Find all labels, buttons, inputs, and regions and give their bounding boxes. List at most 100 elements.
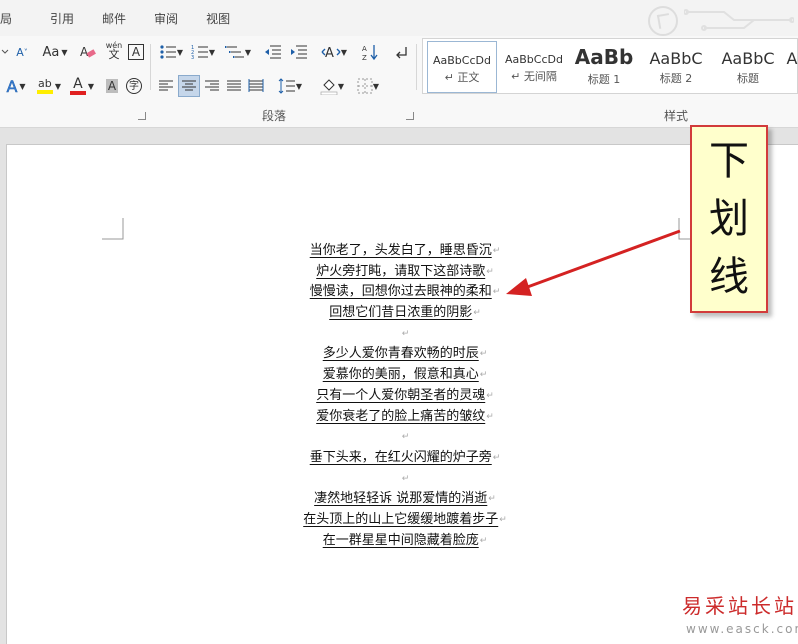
style-title[interactable]: AaBbC 标题 xyxy=(713,39,783,93)
increase-indent-button[interactable] xyxy=(288,42,310,62)
svg-text:A: A xyxy=(80,45,89,59)
ribbon-tab-bar: 局 引用 邮件 审阅 视图 xyxy=(0,0,798,36)
poem-line: 慢慢读，回想你过去眼神的柔和↵ xyxy=(309,284,501,300)
paragraph-dialog-launcher[interactable] xyxy=(406,112,414,120)
style-sample: A xyxy=(786,49,798,68)
style-next-partial[interactable]: A xyxy=(785,39,798,93)
chevron-down-icon: ▼ xyxy=(19,81,26,91)
shrink-font-icon: A xyxy=(16,45,24,59)
styles-gallery: AaBbCcDd ↵ 正文 AaBbCcDd ↵ 无间隔 AaBb 标题 1 A… xyxy=(422,38,798,94)
paragraph-mark-icon: ↵ xyxy=(492,246,501,256)
sort-icon: AZ xyxy=(362,45,378,61)
poem-line: 在头顶上的山上它缓缓地踱着步子↵ xyxy=(303,511,507,527)
style-sample: AaBb xyxy=(574,45,634,69)
justify-icon xyxy=(227,80,241,91)
poem-line: 回想它们昔日浓重的阴影↵ xyxy=(329,305,481,321)
text-effects-icon: A xyxy=(6,76,18,96)
style-no-spacing[interactable]: AaBbCcDd ↵ 无间隔 xyxy=(499,39,569,93)
borders-button[interactable]: ▼ xyxy=(352,76,384,96)
tab-mailings[interactable]: 邮件 xyxy=(88,0,140,36)
chevron-down-icon: ▼ xyxy=(61,47,68,57)
align-right-icon xyxy=(205,80,219,91)
paragraph-mark-icon: ↵ xyxy=(486,266,494,277)
align-center-icon xyxy=(182,80,196,91)
svg-text:3: 3 xyxy=(191,55,194,60)
style-heading-2[interactable]: AaBbC 标题 2 xyxy=(641,39,711,93)
paint-bucket-icon xyxy=(320,79,338,95)
callout-char: 线 xyxy=(709,254,749,300)
chevron-down-icon: ▼ xyxy=(176,47,184,57)
paragraph-mark-icon: ↵ xyxy=(401,473,410,484)
tab-layout[interactable]: 局 xyxy=(0,0,36,36)
style-sample: AaBbCcDd xyxy=(505,53,563,66)
poem-line: ↵ xyxy=(260,469,550,490)
decrease-indent-icon xyxy=(265,45,281,59)
watermark-logo-icon xyxy=(648,6,678,36)
svg-text:Z: Z xyxy=(362,54,367,61)
margin-corner-mark-left xyxy=(102,218,124,240)
callout-char: 划 xyxy=(709,196,749,242)
justify-button[interactable] xyxy=(224,76,244,96)
font-dialog-launcher[interactable] xyxy=(138,112,146,120)
paragraph-mark-icon: ↵ xyxy=(488,494,496,505)
align-left-icon xyxy=(159,80,173,91)
poem-text[interactable]: 当你老了，头发白了，睡思昏沉↵ 炉火旁打盹，请取下这部诗歌↵ 慢慢读，回想你过去… xyxy=(260,241,550,551)
numbering-button[interactable]: 123 ▼ xyxy=(188,42,218,62)
change-case-button[interactable]: Aa ▼ xyxy=(40,42,70,62)
distributed-icon xyxy=(248,79,264,92)
poem-line: 只有一个人爱你朝圣者的灵魂↵ xyxy=(316,387,494,403)
style-sample: AaBbCcDd xyxy=(433,54,491,67)
decrease-indent-button[interactable] xyxy=(262,42,284,62)
paragraph-mark-icon: ↵ xyxy=(492,452,501,463)
font-size-dropdown-edge[interactable] xyxy=(0,42,10,62)
enclose-characters-button[interactable]: 字 xyxy=(124,76,144,96)
line-spacing-icon xyxy=(278,78,295,94)
chevron-down-icon: ▼ xyxy=(54,81,62,91)
poem-line: ↵ xyxy=(260,427,550,448)
highlight-color-button[interactable]: ab ▼ xyxy=(34,76,64,96)
align-right-button[interactable] xyxy=(202,76,222,96)
poem-line: 凄然地轻轻诉 说那爱情的消逝↵ xyxy=(314,491,496,507)
multilevel-list-icon xyxy=(224,46,244,58)
chevron-down-icon: ▼ xyxy=(295,81,303,91)
paragraph-group-label: 段落 xyxy=(262,109,287,123)
enclose-characters-icon: 字 xyxy=(126,78,142,94)
paragraph-mark-icon: ↵ xyxy=(492,287,501,298)
paragraph-mark-icon: ↵ xyxy=(479,349,488,360)
align-center-button[interactable] xyxy=(178,75,200,97)
chevron-down-icon: ▼ xyxy=(372,81,380,91)
chinese-layout-button[interactable]: A ▼ xyxy=(318,42,350,62)
paragraph-mark-icon: ↵ xyxy=(473,308,481,319)
shrink-font-button[interactable]: A ˅ xyxy=(12,42,32,62)
styles-group-label: 样式 xyxy=(664,109,689,123)
clear-formatting-button[interactable]: A xyxy=(78,42,98,62)
tab-references[interactable]: 引用 xyxy=(36,0,88,36)
tab-view[interactable]: 视图 xyxy=(192,0,244,36)
distributed-button[interactable] xyxy=(246,76,266,96)
change-case-label: Aa xyxy=(42,44,60,60)
shading-button[interactable]: ▼ xyxy=(316,76,348,96)
align-left-button[interactable] xyxy=(156,76,176,96)
tab-review[interactable]: 审阅 xyxy=(140,0,192,36)
character-border-button[interactable]: A xyxy=(128,44,144,60)
style-sample: AaBbC xyxy=(649,49,703,68)
chinese-layout-icon: A xyxy=(321,46,341,60)
bullets-button[interactable]: ▼ xyxy=(156,42,186,62)
font-color-button[interactable]: A ▼ xyxy=(68,76,96,96)
borders-icon xyxy=(357,78,373,94)
style-name: 标题 1 xyxy=(587,73,621,86)
pinyin-char-icon: 文 xyxy=(108,48,120,61)
multilevel-list-button[interactable]: ▼ xyxy=(222,42,254,62)
style-heading-1[interactable]: AaBb 标题 1 xyxy=(571,39,637,93)
increase-indent-icon xyxy=(291,45,307,59)
paragraph-mark-icon: ↵ xyxy=(479,370,488,381)
line-spacing-button[interactable]: ▼ xyxy=(274,76,306,96)
text-effects-button[interactable]: A ▼ xyxy=(2,76,30,96)
pinyin-guide-button[interactable]: wén 文 xyxy=(104,40,124,60)
character-shading-button[interactable]: A xyxy=(104,76,120,96)
show-marks-button[interactable] xyxy=(392,42,410,62)
sort-button[interactable]: AZ xyxy=(360,42,382,62)
style-normal[interactable]: AaBbCcDd ↵ 正文 xyxy=(427,41,497,93)
chevron-down-icon: ▼ xyxy=(208,47,216,57)
paragraph-mark-icon xyxy=(396,47,407,59)
